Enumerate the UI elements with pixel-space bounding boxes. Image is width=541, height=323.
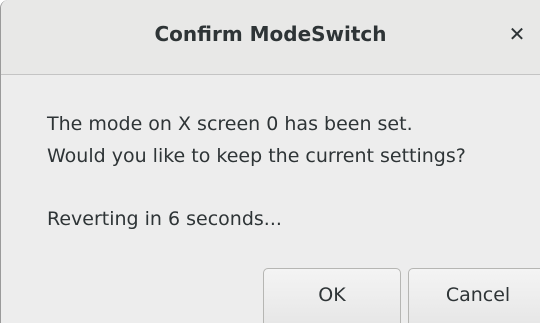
ok-button-label: OK <box>318 284 346 306</box>
cancel-button[interactable]: Cancel <box>408 268 540 323</box>
message-line-2: Would you like to keep the current setti… <box>47 145 466 167</box>
close-button[interactable]: ✕ <box>502 19 532 49</box>
dialog-title: Confirm ModeSwitch <box>154 22 387 46</box>
ok-button[interactable]: OK <box>263 268 401 323</box>
revert-countdown: Reverting in 6 seconds... <box>47 208 282 230</box>
dialog-message: The mode on X screen 0 has been set. Wou… <box>47 108 530 172</box>
dialog-titlebar: Confirm ModeSwitch ✕ <box>1 0 540 75</box>
cancel-button-label: Cancel <box>445 284 511 306</box>
confirm-modeswitch-dialog: Confirm ModeSwitch ✕ The mode on X scree… <box>0 0 540 323</box>
message-line-1: The mode on X screen 0 has been set. <box>47 113 413 135</box>
close-icon: ✕ <box>508 22 526 46</box>
